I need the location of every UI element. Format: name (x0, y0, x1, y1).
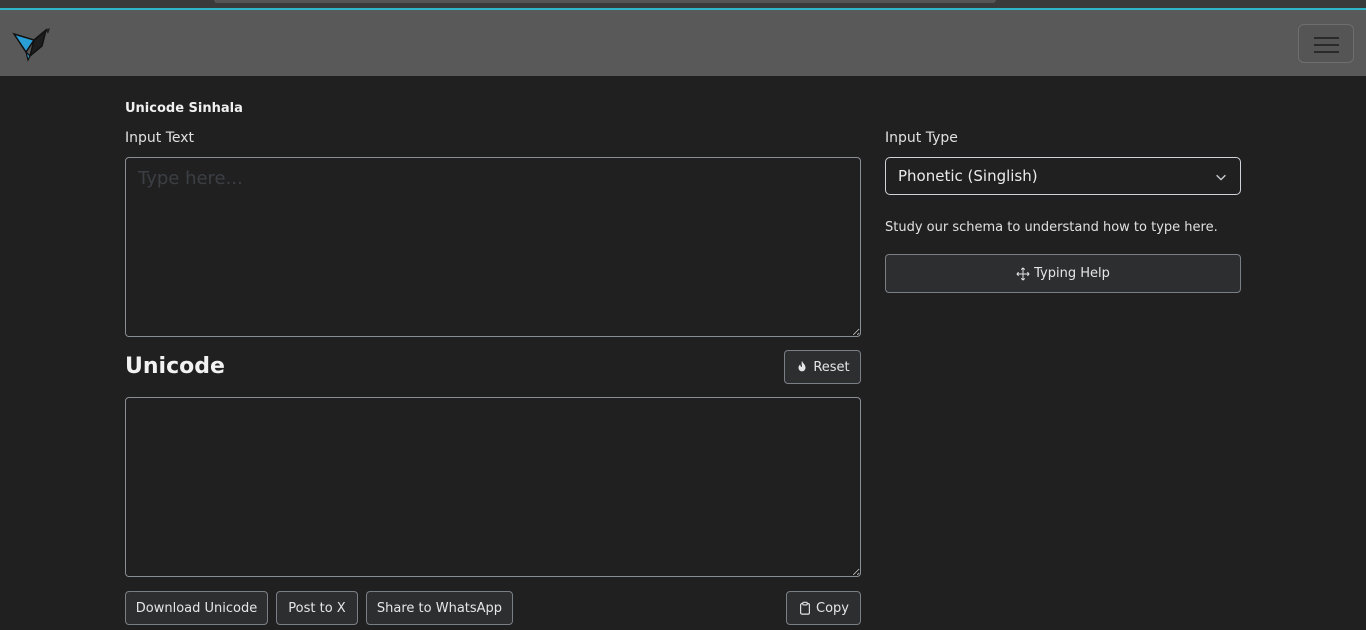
typing-help-label: Typing Help (1034, 266, 1110, 281)
input-text-label: Input Text (125, 130, 195, 146)
input-textarea[interactable] (125, 157, 861, 337)
navbar (0, 10, 1366, 76)
reset-button[interactable]: Reset (784, 350, 861, 384)
reset-label: Reset (813, 359, 850, 375)
clipboard-icon (800, 601, 810, 615)
hamburger-menu-icon (1314, 37, 1339, 39)
download-unicode-label: Download Unicode (135, 600, 258, 616)
share-whatsapp-button[interactable]: Share to WhatsApp (366, 591, 513, 625)
post-to-x-label: Post to X (288, 600, 346, 616)
share-whatsapp-label: Share to WhatsApp (376, 600, 503, 616)
unicode-output-textarea[interactable] (125, 397, 861, 577)
browser-top-strip (0, 0, 1366, 10)
menu-toggle-button[interactable] (1298, 24, 1354, 63)
copy-label: Copy (816, 600, 849, 616)
page-title: Unicode Sinhala (125, 101, 243, 116)
chevron-down-icon (1216, 174, 1226, 181)
unicode-heading: Unicode (125, 354, 225, 379)
download-unicode-button[interactable]: Download Unicode (125, 591, 268, 625)
fire-icon (798, 360, 806, 372)
input-type-selected: Phonetic (Singlish) (898, 167, 1038, 185)
origami-bird-icon[interactable] (12, 26, 52, 62)
browser-tab (214, 0, 996, 3)
schema-help-text: Study our schema to understand how to ty… (885, 220, 1218, 235)
input-type-label: Input Type (885, 130, 958, 146)
copy-button[interactable]: Copy (786, 591, 861, 625)
input-type-select[interactable]: Phonetic (Singlish) (885, 157, 1241, 195)
post-to-x-button[interactable]: Post to X (276, 591, 358, 625)
move-arrows-icon (1016, 267, 1030, 280)
typing-help-button[interactable]: Typing Help (885, 254, 1241, 293)
